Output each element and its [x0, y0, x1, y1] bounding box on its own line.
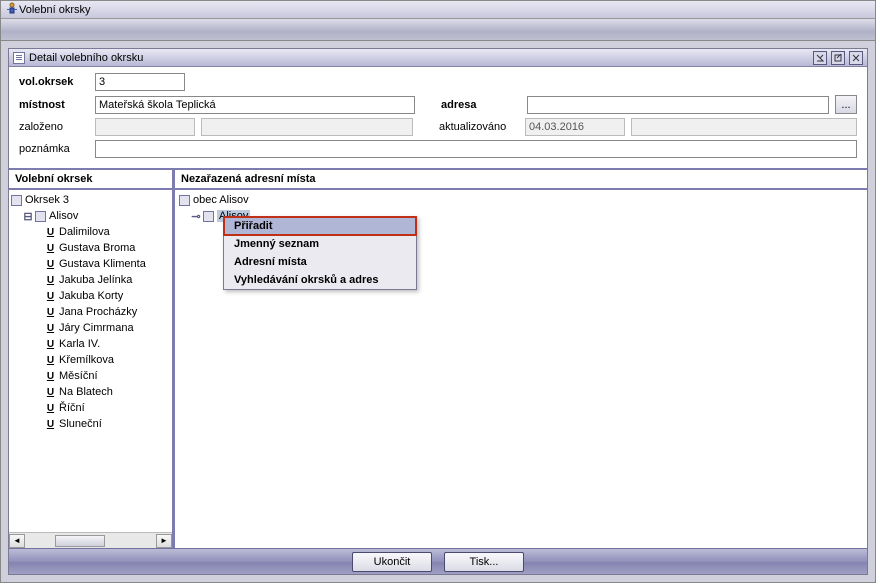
tree-street-item[interactable]: UJana Procházky [11, 304, 170, 320]
expand-icon[interactable]: ⊸ [191, 211, 201, 221]
poznamka-label: poznámka [19, 143, 89, 155]
aktualizovano-user-field [631, 118, 857, 136]
button-bar: Ukončit Tisk... [9, 548, 867, 574]
context-menu-item[interactable]: Jmenný seznam [224, 235, 416, 253]
inner-window-title: Detail volebního okrsku [29, 52, 143, 64]
street-icon: U [45, 339, 56, 350]
horizontal-scrollbar[interactable]: ◄ ► [9, 532, 172, 548]
zalozeno-label: založeno [19, 121, 89, 133]
street-icon: U [45, 259, 56, 270]
tree-street-item[interactable]: UMěsíční [11, 368, 170, 384]
folder-icon [203, 211, 214, 222]
close-button-bottom[interactable]: Ukončit [352, 552, 432, 572]
inner-titlebar: Detail volebního okrsku [9, 49, 867, 67]
street-icon: U [45, 323, 56, 334]
adresa-browse-button[interactable]: ... [835, 95, 857, 114]
document-icon [13, 52, 25, 64]
maximize-button[interactable] [831, 51, 845, 65]
form-area: vol.okrsek místnost adresa ... založeno … [9, 67, 867, 170]
minimize-button[interactable] [813, 51, 827, 65]
scroll-left-button[interactable]: ◄ [9, 534, 25, 548]
aktualizovano-date-field [525, 118, 625, 136]
street-icon: U [45, 227, 56, 238]
street-icon: U [45, 419, 56, 430]
vol-okrsek-input[interactable] [95, 73, 185, 91]
tree-street-item[interactable]: UKarla IV. [11, 336, 170, 352]
mistnost-input[interactable] [95, 96, 415, 114]
app-icon [5, 1, 19, 18]
tree-street-item[interactable]: UKřemílkova [11, 352, 170, 368]
poznamka-input[interactable] [95, 140, 857, 158]
zalozeno-date-field [95, 118, 195, 136]
tree-street-item[interactable]: UJakuba Jelínka [11, 272, 170, 288]
tree-street-item[interactable]: UDalimilova [11, 224, 170, 240]
left-panel-title: Volební okrsek [9, 170, 172, 190]
context-menu-item[interactable]: Přiřadit [224, 217, 416, 235]
tree-street-item[interactable]: UGustava Klimenta [11, 256, 170, 272]
context-menu: PřiřaditJmenný seznamAdresní místaVyhled… [223, 216, 417, 290]
adresa-input[interactable] [527, 96, 829, 114]
tree-street-item[interactable]: UNa Blatech [11, 384, 170, 400]
tree-street-item[interactable]: UŘíční [11, 400, 170, 416]
scroll-right-button[interactable]: ► [156, 534, 172, 548]
street-icon: U [45, 403, 56, 414]
street-icon: U [45, 275, 56, 286]
tree-street-item[interactable]: UGustava Broma [11, 240, 170, 256]
context-menu-item[interactable]: Vyhledávání okrsků a adres [224, 271, 416, 289]
folder-icon [179, 195, 190, 206]
right-tree-root[interactable]: obec Alisov [193, 194, 249, 206]
street-icon: U [45, 243, 56, 254]
scroll-thumb[interactable] [55, 535, 105, 547]
tree-obec[interactable]: Alisov [49, 210, 78, 222]
adresa-label: adresa [441, 99, 521, 111]
close-button[interactable] [849, 51, 863, 65]
tree-street-item[interactable]: UJakuba Korty [11, 288, 170, 304]
street-icon: U [45, 307, 56, 318]
aktualizovano-label: aktualizováno [439, 121, 519, 133]
print-button[interactable]: Tisk... [444, 552, 524, 572]
tree-street-item[interactable]: UJáry Cimrmana [11, 320, 170, 336]
tree-street-item[interactable]: USluneční [11, 416, 170, 432]
tree-root[interactable]: Okrsek 3 [25, 194, 69, 206]
context-menu-item[interactable]: Adresní místa [224, 253, 416, 271]
toolbar-strip [1, 19, 875, 41]
vol-okrsek-label: vol.okrsek [19, 76, 89, 88]
outer-window-title: Volební okrsky [19, 4, 91, 16]
zalozeno-user-field [201, 118, 413, 136]
left-tree[interactable]: Okrsek 3 ⊟ Alisov UDalimilovaUGustava Broma… [9, 190, 172, 434]
street-icon: U [45, 371, 56, 382]
outer-titlebar: Volební okrsky [1, 1, 875, 19]
folder-icon [35, 211, 46, 222]
street-icon: U [45, 291, 56, 302]
right-tree[interactable]: obec Alisov ⊸ Alisov PřiřaditJmenný sezn… [175, 190, 867, 548]
street-icon: U [45, 355, 56, 366]
mistnost-label: místnost [19, 99, 89, 111]
folder-icon [11, 195, 22, 206]
collapse-icon[interactable]: ⊟ [23, 211, 33, 221]
right-panel-title: Nezařazená adresní místa [175, 170, 867, 190]
street-icon: U [45, 387, 56, 398]
